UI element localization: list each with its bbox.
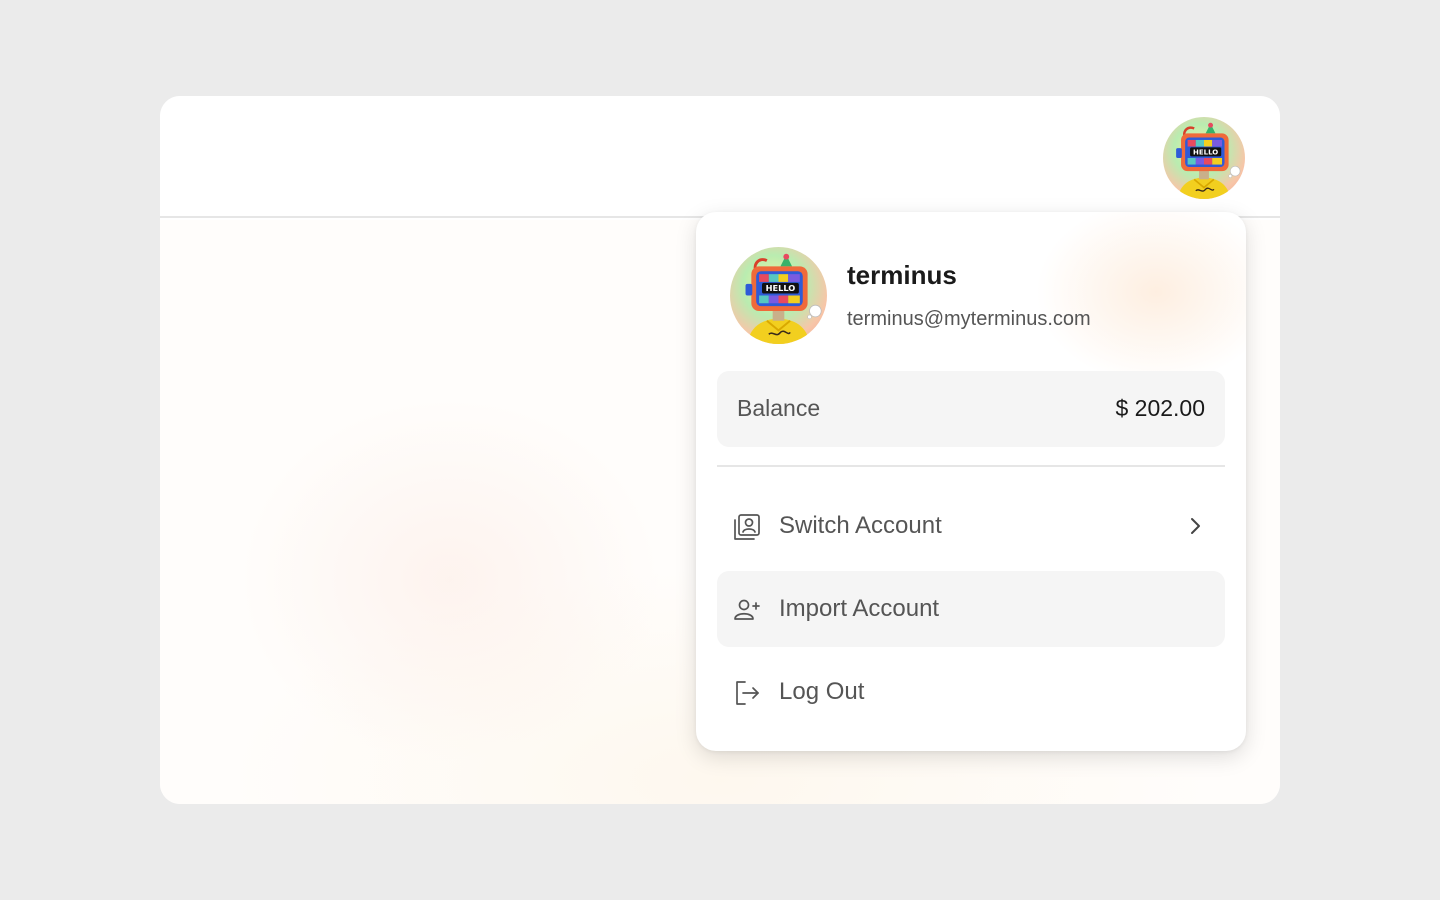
- robot-hello-avatar-icon: [1163, 117, 1245, 199]
- profile-name: terminus: [847, 260, 957, 290]
- log-out-menu-item[interactable]: Log Out: [717, 654, 1225, 730]
- profile-avatar: [730, 247, 827, 344]
- robot-hello-avatar-icon: [730, 247, 827, 344]
- balance-label: Balance: [737, 395, 821, 421]
- dropdown-glow-decoration: [1026, 212, 1246, 392]
- logout-icon: [732, 678, 762, 708]
- account-dropdown-menu: terminus terminus@myterminus.com Balance…: [696, 212, 1246, 751]
- add-user-icon: [732, 595, 762, 625]
- app-header: [160, 96, 1280, 218]
- header-avatar-button[interactable]: [1163, 117, 1245, 199]
- import-account-menu-item[interactable]: Import Account: [717, 571, 1225, 647]
- switch-account-label: Switch Account: [779, 512, 942, 539]
- switch-account-menu-item[interactable]: Switch Account: [717, 488, 1225, 564]
- menu-divider: [717, 465, 1225, 467]
- switch-account-icon: [732, 512, 762, 542]
- balance-card: Balance $ 202.00: [717, 371, 1225, 447]
- profile-email: terminus@myterminus.com: [847, 308, 1091, 330]
- import-account-label: Import Account: [779, 595, 940, 622]
- log-out-label: Log Out: [779, 678, 865, 705]
- chevron-right-icon: [1183, 514, 1207, 538]
- balance-value: $ 202.00: [1115, 395, 1205, 421]
